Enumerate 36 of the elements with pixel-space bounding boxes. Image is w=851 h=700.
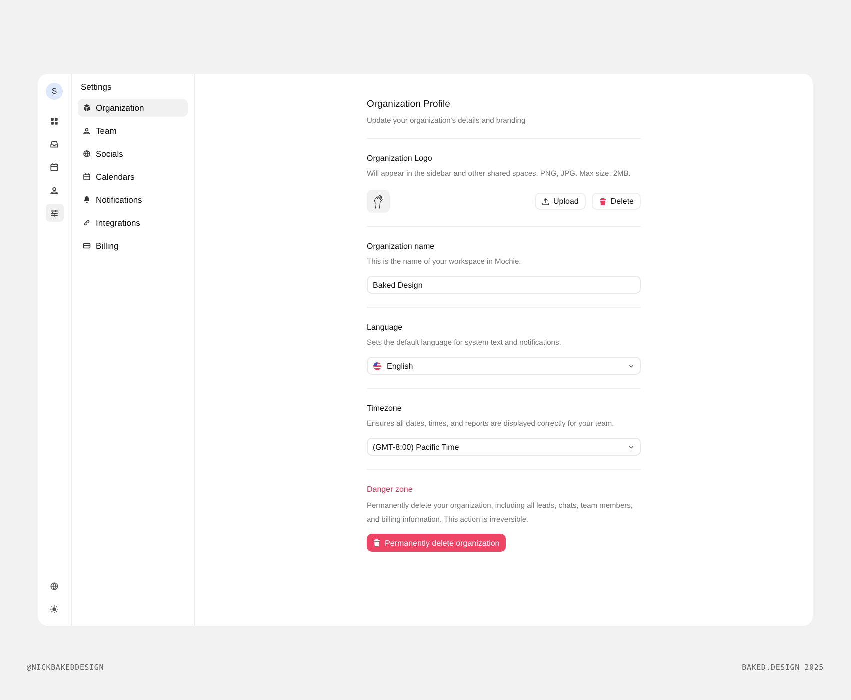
cube-icon xyxy=(83,104,91,112)
delete-button[interactable]: Delete xyxy=(592,193,641,210)
globe-icon xyxy=(83,150,91,158)
nav-item[interactable]: Socials xyxy=(78,145,188,163)
field-label: Language xyxy=(367,323,404,332)
chevron-icon xyxy=(628,444,635,450)
delete-organization-button[interactable]: Permanently delete organization xyxy=(367,534,506,552)
link-icon xyxy=(83,219,91,227)
danger-title: Danger zone xyxy=(367,485,414,494)
sliders-icon[interactable] xyxy=(46,204,64,222)
team-icon xyxy=(83,127,91,135)
field-label: Organization name xyxy=(367,242,436,251)
section-title: Organization Logo xyxy=(367,154,434,163)
calendar-icon xyxy=(83,173,91,181)
nav-item[interactable]: Calendars xyxy=(78,168,188,186)
logo-drawing xyxy=(367,190,390,213)
nav-item[interactable]: Integrations xyxy=(78,214,188,232)
nav-item[interactable]: Billing xyxy=(78,237,188,255)
card-icon xyxy=(83,242,91,250)
chevron-icon xyxy=(628,362,635,370)
language-select[interactable]: English xyxy=(367,357,641,375)
nav-item[interactable]: Team xyxy=(78,122,188,140)
timezone-select[interactable]: (GMT-8:00) Pacific Time xyxy=(367,438,641,456)
avatar[interactable]: S xyxy=(46,83,63,100)
nav-title: Settings xyxy=(81,82,113,92)
nav-item[interactable]: Organization xyxy=(78,99,188,117)
nav-item[interactable]: Notifications xyxy=(78,191,188,209)
flag-icon xyxy=(373,362,382,370)
name-input[interactable]: Baked Design xyxy=(367,276,641,294)
field-label: Timezone xyxy=(367,404,403,413)
upload-icon xyxy=(542,198,550,206)
trash-icon xyxy=(598,198,607,206)
section-title: Organization Profile xyxy=(367,99,452,110)
upload-button[interactable]: Upload xyxy=(534,193,586,210)
trash-icon xyxy=(373,539,381,547)
bell-icon xyxy=(83,196,91,204)
